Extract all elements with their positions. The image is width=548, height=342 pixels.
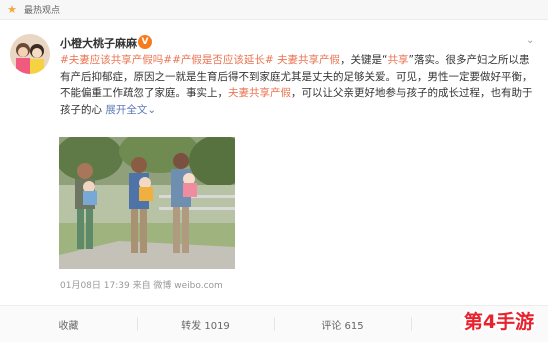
comment-button[interactable]: 评论 615	[274, 306, 411, 342]
expand-full-text-link[interactable]: 展开全文	[102, 104, 147, 116]
username[interactable]: 小橙大桃子麻麻	[60, 35, 137, 51]
post-photo[interactable]	[59, 137, 235, 269]
avatar[interactable]	[10, 34, 50, 74]
watermark-logo: 第4手游 第4手游	[456, 304, 542, 338]
collect-button[interactable]: 收藏	[0, 306, 137, 342]
expand-full-text-link[interactable]: ⌄	[147, 104, 156, 116]
post-text: #夫妻应该共享产假吗##产假是否应该延长# 夫妻共享产假，关键是“共享”落实。很…	[60, 52, 536, 118]
hashtag-link[interactable]: #夫妻应该共享产假吗#	[60, 54, 172, 66]
hashtag-link[interactable]: 共享	[388, 54, 409, 66]
collect-label: 收藏	[58, 320, 79, 332]
repost-label: 转发 1019	[181, 320, 230, 332]
chevron-down-icon[interactable]: ⌄	[526, 36, 536, 46]
comment-label: 评论 615	[321, 320, 364, 332]
hashtag-link[interactable]: #产假是否应该延长#	[172, 54, 274, 66]
vip-badge: V	[138, 35, 152, 49]
post-meta: 01月08日 17:39 来自 微博 weibo.com	[60, 281, 223, 291]
hashtag-link[interactable]: 夫妻共享产假	[228, 87, 291, 99]
section-title: 最热观点	[24, 6, 61, 16]
section-header: ★ 最热观点	[0, 0, 548, 20]
repost-button[interactable]: 转发 1019	[137, 306, 274, 342]
svg-text:第4手游: 第4手游	[464, 310, 534, 333]
star-icon: ★	[7, 2, 17, 16]
post-text-segment: ，关键是“	[340, 54, 388, 66]
hashtag-link[interactable]: 夫妻共享产假	[277, 54, 340, 66]
